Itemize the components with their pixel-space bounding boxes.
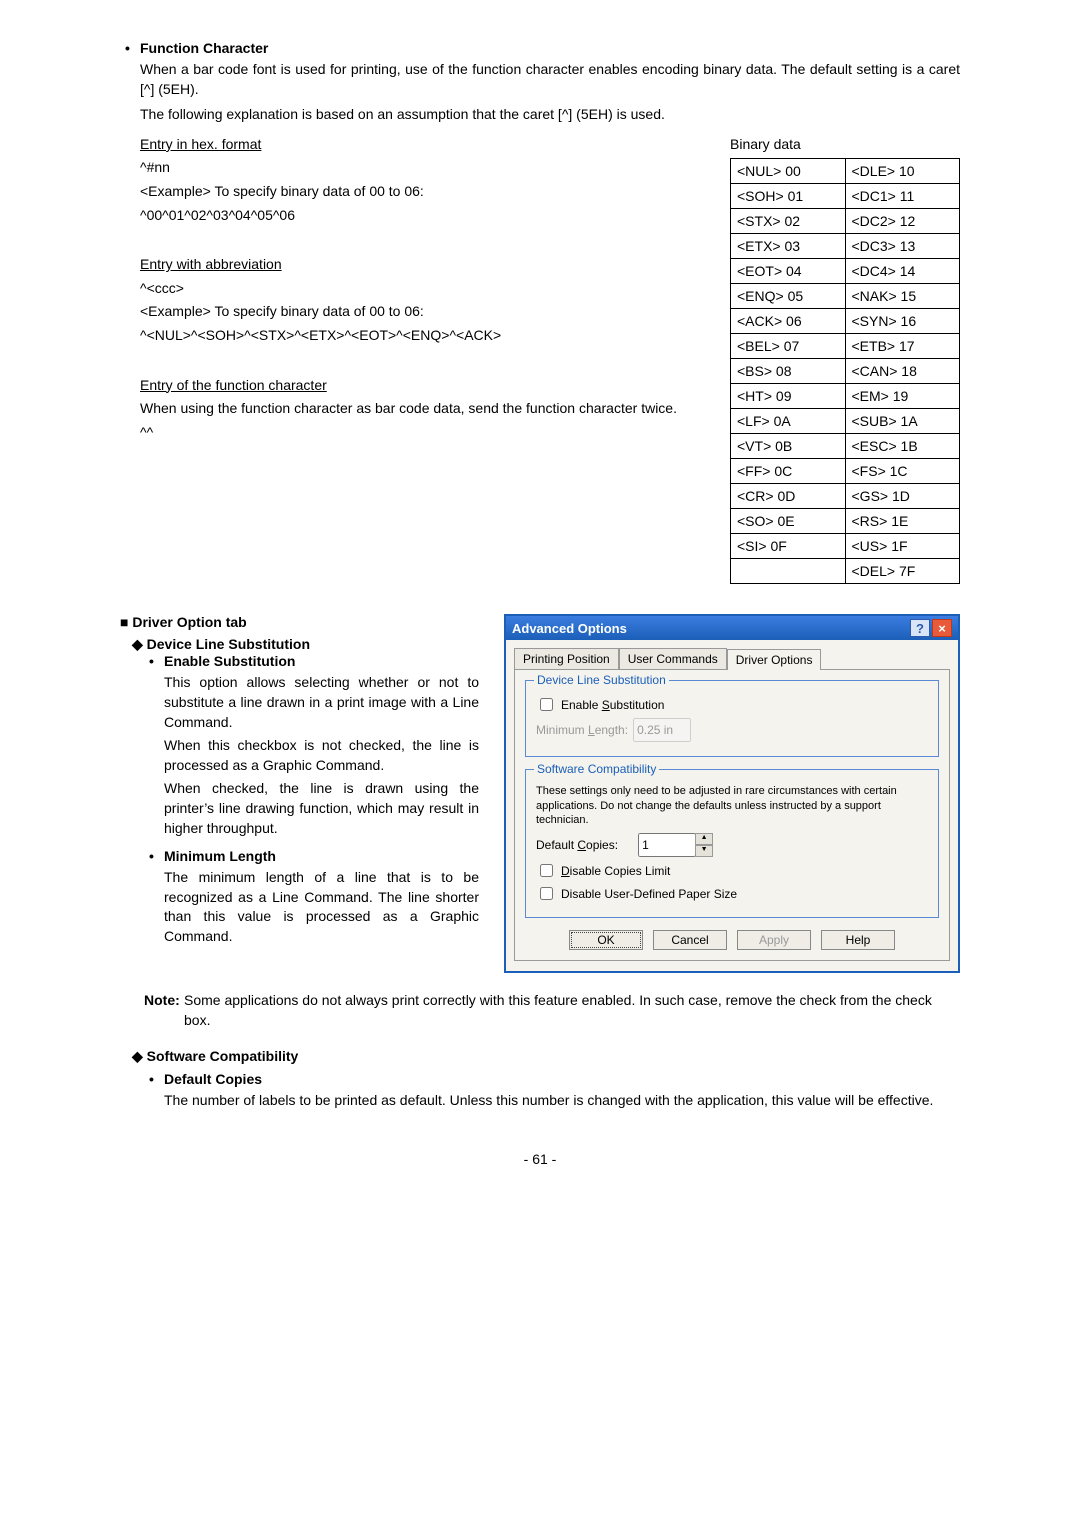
table-row: <DEL> 7F bbox=[731, 559, 960, 584]
table-row: <ACK> 06<SYN> 16 bbox=[731, 309, 960, 334]
spin-up-icon[interactable]: ▲ bbox=[695, 833, 713, 845]
enable-substitution-label: Enable Substitution bbox=[561, 698, 664, 712]
binary-data-block: Binary data <NUL> 00<DLE> 10 <SOH> 01<DC… bbox=[730, 131, 960, 585]
minimum-length-title: Minimum Length bbox=[164, 848, 479, 864]
minimum-length-input[interactable] bbox=[633, 718, 691, 742]
disable-copies-limit-checkbox[interactable] bbox=[540, 864, 553, 877]
entry-hex-example: <Example> To specify binary data of 00 t… bbox=[140, 182, 705, 202]
spin-down-icon[interactable]: ▼ bbox=[695, 845, 713, 857]
minimum-length-block: Minimum Length The minimum length of a l… bbox=[144, 848, 479, 946]
function-character-title: Function Character bbox=[140, 40, 960, 56]
disable-copies-limit-label: Disable Copies Limit bbox=[561, 864, 670, 878]
table-row: <NUL> 00<DLE> 10 bbox=[731, 159, 960, 184]
dialog-title-text: Advanced Options bbox=[512, 621, 908, 636]
apply-button[interactable]: Apply bbox=[737, 930, 811, 950]
entry-func-p: When using the function character as bar… bbox=[140, 399, 705, 419]
help-button[interactable]: Help bbox=[821, 930, 895, 950]
ok-button[interactable]: OK bbox=[569, 930, 643, 950]
entry-abbr-example: <Example> To specify binary data of 00 t… bbox=[140, 302, 705, 322]
enable-substitution-checkbox[interactable] bbox=[540, 698, 553, 711]
function-character-p1: When a bar code font is used for printin… bbox=[140, 60, 960, 99]
table-row: <BS> 08<CAN> 18 bbox=[731, 359, 960, 384]
square-bullet-icon: ■ bbox=[120, 614, 132, 630]
binary-data-title: Binary data bbox=[730, 135, 960, 155]
dialog-titlebar[interactable]: Advanced Options ? × bbox=[506, 616, 958, 640]
cancel-button[interactable]: Cancel bbox=[653, 930, 727, 950]
default-copies-block: Default Copies The number of labels to b… bbox=[144, 1071, 960, 1111]
default-copies-p: The number of labels to be printed as de… bbox=[164, 1091, 960, 1111]
table-row: <SOH> 01<DC1> 11 bbox=[731, 184, 960, 209]
entry-hex-example-val: ^00^01^02^03^04^05^06 bbox=[140, 206, 705, 226]
software-compatibility: ◆ Software Compatibility bbox=[120, 1048, 960, 1065]
note-text: Some applications do not always print co… bbox=[184, 992, 932, 1028]
table-row: <BEL> 07<ETB> 17 bbox=[731, 334, 960, 359]
entry-abbr-title: Entry with abbreviation bbox=[140, 255, 705, 275]
disable-paper-size-checkbox[interactable] bbox=[540, 887, 553, 900]
group-title-sc: Software Compatibility bbox=[534, 762, 659, 776]
diamond-bullet-icon: ◆ bbox=[132, 1048, 147, 1064]
enable-substitution-title: Enable Substitution bbox=[164, 653, 479, 669]
enable-substitution-p1: This option allows selecting whether or … bbox=[164, 673, 479, 732]
default-copies-title: Default Copies bbox=[164, 1071, 960, 1087]
entry-func-ex: ^^ bbox=[140, 423, 705, 443]
driver-option-tab: ■ Driver Option tab bbox=[120, 614, 479, 630]
note-label: Note: bbox=[144, 992, 180, 1008]
table-row: <STX> 02<DC2> 12 bbox=[731, 209, 960, 234]
diamond-bullet-icon: ◆ bbox=[132, 636, 147, 652]
tab-user-commands[interactable]: User Commands bbox=[619, 648, 727, 669]
table-row: <SI> 0F<US> 1F bbox=[731, 534, 960, 559]
minimum-length-label: Minimum Length: bbox=[536, 723, 628, 737]
entry-abbr-example-val: ^<NUL>^<SOH>^<STX>^<ETX>^<EOT>^<ENQ>^<AC… bbox=[140, 326, 705, 346]
tab-driver-options[interactable]: Driver Options bbox=[727, 649, 822, 670]
function-character-p2: The following explanation is based on an… bbox=[140, 105, 960, 125]
enable-substitution-p3: When checked, the line is drawn using th… bbox=[164, 779, 479, 838]
table-row: <EOT> 04<DC4> 14 bbox=[731, 259, 960, 284]
device-line-substitution: ◆ Device Line Substitution bbox=[120, 636, 479, 653]
entry-abbr-pattern: ^<ccc> bbox=[140, 279, 705, 299]
page-number: - 61 - bbox=[120, 1151, 960, 1167]
group-title-dls: Device Line Substitution bbox=[534, 673, 669, 687]
tab-printing-position[interactable]: Printing Position bbox=[514, 648, 619, 669]
tabs: Printing Position User Commands Driver O… bbox=[514, 648, 950, 669]
table-row: <ETX> 03<DC3> 13 bbox=[731, 234, 960, 259]
table-row: <HT> 09<EM> 19 bbox=[731, 384, 960, 409]
help-icon[interactable]: ? bbox=[910, 619, 930, 637]
table-row: <LF> 0A<SUB> 1A bbox=[731, 409, 960, 434]
binary-data-table: <NUL> 00<DLE> 10 <SOH> 01<DC1> 11 <STX> … bbox=[730, 158, 960, 584]
entry-hex-pattern: ^#nn bbox=[140, 158, 705, 178]
enable-substitution-block: Enable Substitution This option allows s… bbox=[144, 653, 479, 838]
groupbox-device-line-substitution: Device Line Substitution Enable Substitu… bbox=[525, 680, 939, 757]
sc-description: These settings only need to be adjusted … bbox=[536, 784, 928, 827]
table-row: <SO> 0E<RS> 1E bbox=[731, 509, 960, 534]
entry-hex-title: Entry in hex. format bbox=[140, 135, 705, 155]
table-row: <FF> 0C<FS> 1C bbox=[731, 459, 960, 484]
section-function-character: Function Character When a bar code font … bbox=[120, 40, 960, 584]
table-row: <ENQ> 05<NAK> 15 bbox=[731, 284, 960, 309]
default-copies-label: Default Copies: bbox=[536, 838, 618, 852]
note-block: Note: Some applications do not always pr… bbox=[144, 991, 960, 1030]
close-icon[interactable]: × bbox=[932, 619, 952, 637]
table-row: <CR> 0D<GS> 1D bbox=[731, 484, 960, 509]
table-row: <VT> 0B<ESC> 1B bbox=[731, 434, 960, 459]
disable-paper-size-label: Disable User-Defined Paper Size bbox=[561, 887, 737, 901]
entry-func-title: Entry of the function character bbox=[140, 376, 705, 396]
default-copies-input[interactable] bbox=[638, 833, 696, 857]
advanced-options-dialog: Advanced Options ? × Printing Position U… bbox=[504, 614, 960, 973]
enable-substitution-p2: When this checkbox is not checked, the l… bbox=[164, 736, 479, 775]
minimum-length-p: The minimum length of a line that is to … bbox=[164, 868, 479, 946]
groupbox-software-compatibility: Software Compatibility These settings on… bbox=[525, 769, 939, 918]
